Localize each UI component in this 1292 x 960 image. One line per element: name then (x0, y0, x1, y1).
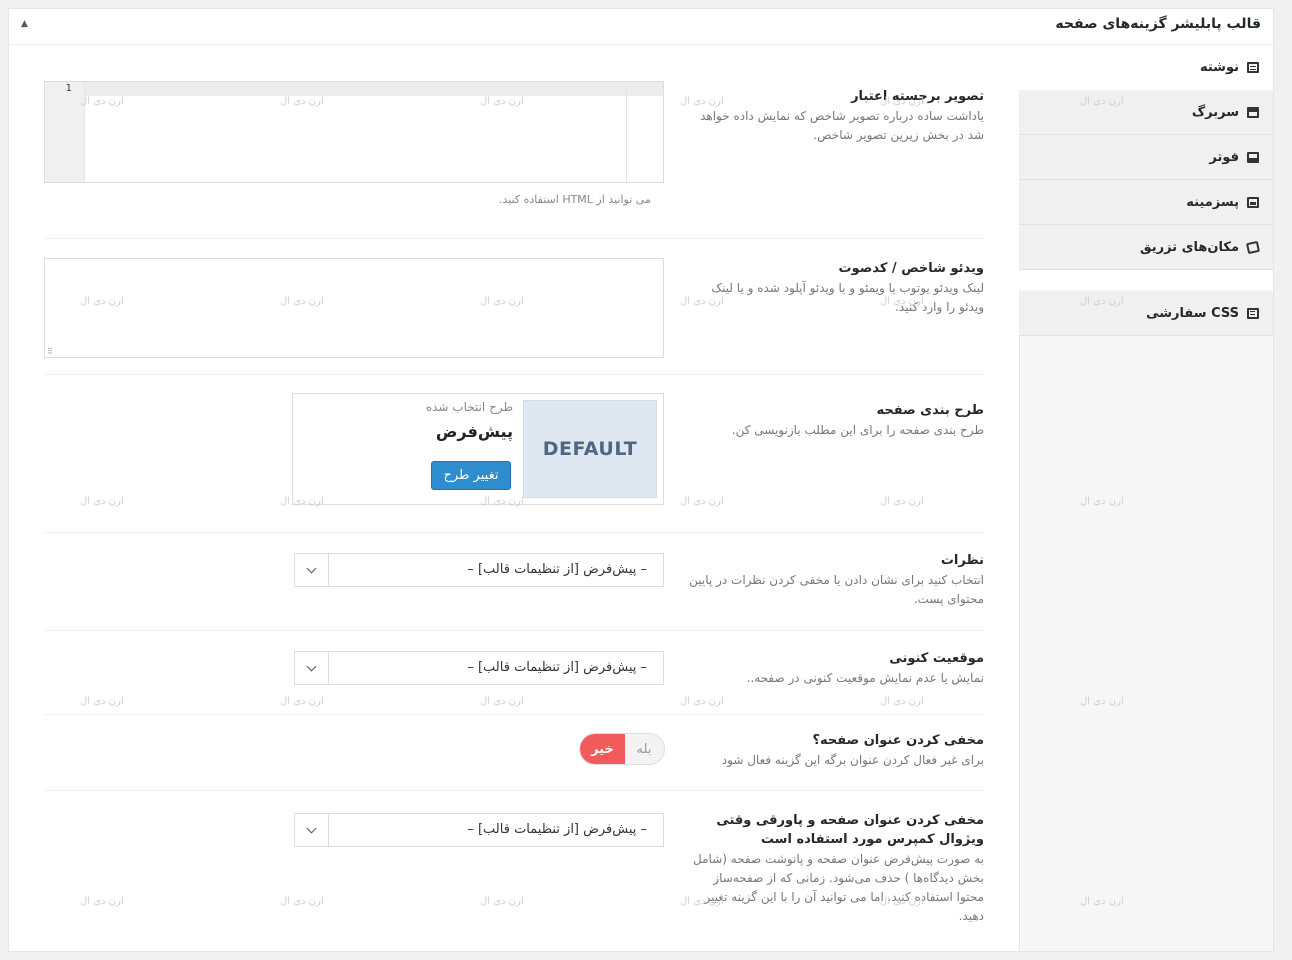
comments-select[interactable]: – پیش‌فرض [از تنظیمات قالب] – (294, 553, 664, 587)
background-icon (1247, 196, 1259, 208)
inject-icon (1245, 240, 1261, 254)
line-number: 1 (65, 83, 72, 94)
field-label: مخفی کردن عنوان صفحه؟ برای غیر فعال کردن… (689, 731, 984, 770)
collapse-toggle-icon[interactable]: ▲ (21, 19, 28, 29)
field-label: موقعیت کنونی نمایش یا عدم نمایش موقعیت ک… (689, 649, 984, 688)
options-tabs: نوشته سربرگ فوتر پسزمینه مکان‌های تزریق … (1017, 45, 1273, 951)
field-title: موقعیت کنونی (889, 651, 984, 666)
post-icon (1247, 62, 1259, 73)
tab-label: مکان‌های تزریق (1140, 239, 1239, 255)
layout-selected-caption: طرح انتخاب شده (425, 400, 513, 414)
field-title: نظرات (940, 553, 984, 568)
chevron-down-icon (295, 814, 329, 846)
field-description: یاداشت ساده درباره تصویر شاخص که نمایش د… (700, 109, 984, 142)
field-label: تصویر برجسته اعتبار یاداشت ساده درباره ت… (689, 87, 984, 145)
panel-header: ▲ قالب پابلیشر گزینه‌های صفحه (9, 9, 1273, 45)
select-value: – پیش‌فرض [از تنظیمات قالب] – (467, 562, 647, 577)
field-title: مخفی کردن عنوان صفحه و پاورقی وقتی ویژوا… (716, 813, 984, 847)
layout-meta: طرح انتخاب شده پیش‌فرض (303, 400, 513, 441)
tab-header[interactable]: سربرگ (1019, 90, 1273, 135)
tab-inject-locations[interactable]: مکان‌های تزریق (1019, 225, 1273, 270)
field-description: نمایش یا عدم نمایش موقعیت کنونی در صفحه.… (746, 671, 984, 685)
field-hide-title: مخفی کردن عنوان صفحه؟ برای غیر فعال کردن… (44, 715, 984, 791)
tab-label: فوتر (1209, 149, 1239, 165)
field-label: مخفی کردن عنوان صفحه و پاورقی وقتی ویژوا… (689, 811, 984, 926)
chevron-down-icon (295, 652, 329, 684)
field-title: تصویر برجسته اعتبار (851, 89, 984, 104)
field-featured-image-credit: تصویر برجسته اعتبار یاداشت ساده درباره ت… (44, 81, 984, 239)
layout-thumb-label: DEFAULT (542, 438, 638, 460)
header-icon (1247, 106, 1259, 118)
layout-selector-card: DEFAULT طرح انتخاب شده پیش‌فرض تغییر طرح (292, 393, 664, 505)
hide-title-vc-select[interactable]: – پیش‌فرض [از تنظیمات قالب] – (294, 813, 664, 847)
select-value: – پیش‌فرض [از تنظیمات قالب] – (467, 660, 647, 675)
field-description: به صورت پیش‌فرض عنوان صفحه و پانوشت صفحه… (693, 852, 984, 923)
field-page-layout: طرح بندی صفحه طرح بندی صفحه را برای این … (44, 387, 984, 533)
panel-title: قالب پابلیشر گزینه‌های صفحه (1055, 16, 1261, 32)
page-options-panel: ▲ قالب پابلیشر گزینه‌های صفحه نوشته سربر… (8, 8, 1274, 952)
field-featured-video: ویدئو شاخص / کدصوت لینک ویدئو یوتوب یا و… (44, 251, 984, 375)
tab-custom-css[interactable]: CSS سفارشی (1019, 291, 1273, 336)
tab-label: پسزمینه (1186, 194, 1239, 210)
resize-handle-icon[interactable]: ⠿ (47, 347, 53, 356)
toggle-yes-option[interactable]: بله (624, 734, 664, 764)
change-layout-button[interactable]: تغییر طرح (431, 461, 511, 490)
layout-thumbnail[interactable]: DEFAULT (523, 400, 657, 498)
line-gutter: 1 (45, 82, 85, 182)
css-icon (1247, 307, 1259, 319)
breadcrumb-select[interactable]: – پیش‌فرض [از تنظیمات قالب] – (294, 651, 664, 685)
options-content: تصویر برجسته اعتبار یاداشت ساده درباره ت… (9, 45, 1019, 951)
field-title: طرح بندی صفحه (876, 403, 984, 418)
field-label: طرح بندی صفحه طرح بندی صفحه را برای این … (689, 401, 984, 440)
field-hide-title-vc: مخفی کردن عنوان صفحه و پاورقی وقتی ویژوا… (44, 791, 984, 949)
html-code-editor[interactable]: 1 (44, 81, 664, 183)
field-description: لینک ویدئو یوتوب یا ویمئو و یا ویدئو آپل… (711, 281, 984, 314)
field-hint: می توانید از HTML استفاده کنید. (499, 193, 651, 206)
field-description: برای غیر فعال کردن عنوان برگه این گزینه … (721, 753, 984, 767)
layout-selected-name: پیش‌فرض (435, 422, 513, 441)
chevron-down-icon (295, 554, 329, 586)
tab-background[interactable]: پسزمینه (1019, 180, 1273, 225)
tab-label: سربرگ (1191, 104, 1239, 120)
tab-footer[interactable]: فوتر (1019, 135, 1273, 180)
field-label: ویدئو شاخص / کدصوت لینک ویدئو یوتوب یا و… (689, 259, 984, 317)
tab-label: CSS سفارشی (1146, 305, 1239, 321)
footer-icon (1247, 151, 1259, 163)
editor-scrollbar[interactable] (626, 82, 627, 182)
select-value: – پیش‌فرض [از تنظیمات قالب] – (467, 822, 647, 837)
field-title: مخفی کردن عنوان صفحه؟ (812, 733, 984, 748)
field-comments: نظرات انتخاب کنید برای نشان دادن یا مخفی… (44, 533, 984, 631)
hide-title-toggle[interactable]: خیر بله (579, 733, 665, 765)
toggle-no-option[interactable]: خیر (580, 734, 625, 764)
field-description: طرح بندی صفحه را برای این مطلب بازنویسی … (731, 423, 984, 437)
tab-separator (1019, 270, 1273, 290)
field-title: ویدئو شاخص / کدصوت (838, 261, 984, 276)
field-breadcrumb: موقعیت کنونی نمایش یا عدم نمایش موقعیت ک… (44, 631, 984, 715)
video-url-textarea[interactable]: ⠿ (44, 258, 664, 358)
field-description: انتخاب کنید برای نشان دادن یا مخفی کردن … (689, 573, 984, 606)
tab-post[interactable]: نوشته (1017, 45, 1273, 90)
active-line-highlight (85, 82, 663, 96)
tab-label: نوشته (1199, 60, 1239, 75)
field-label: نظرات انتخاب کنید برای نشان دادن یا مخفی… (689, 551, 984, 609)
